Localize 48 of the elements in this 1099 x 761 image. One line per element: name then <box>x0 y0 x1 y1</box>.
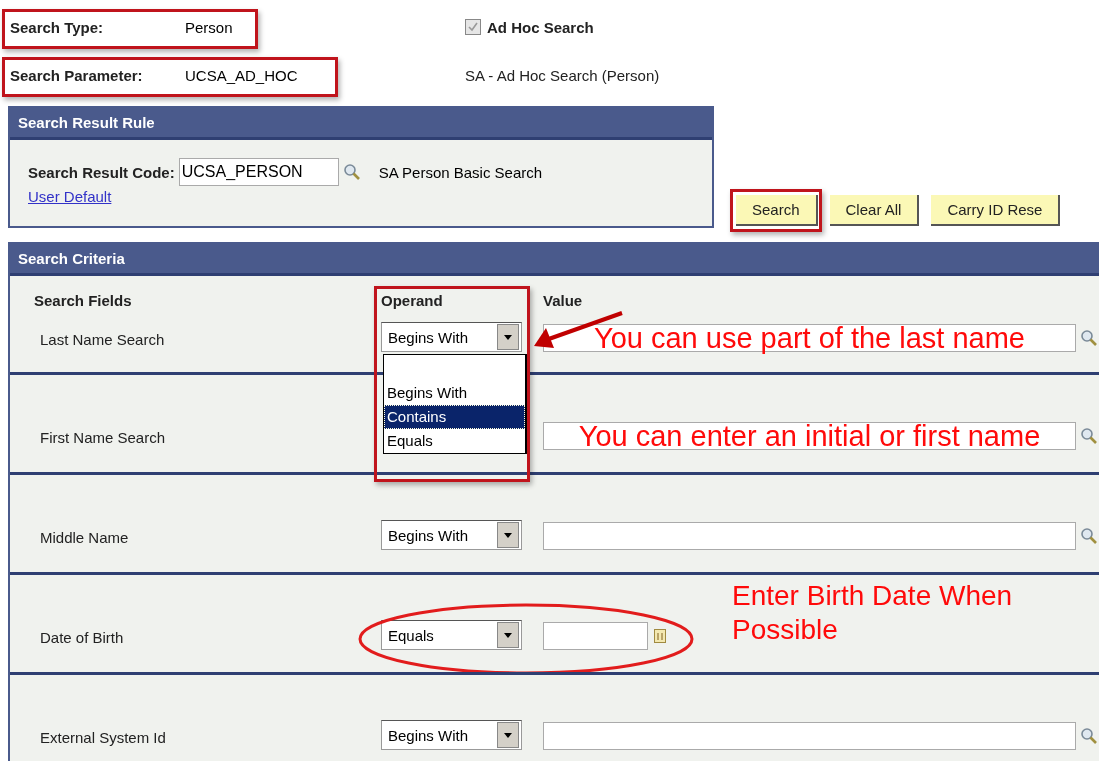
caret-icon[interactable] <box>497 622 519 648</box>
dropdown-option[interactable]: Begins With <box>384 381 525 405</box>
field-label: Middle Name <box>40 529 130 548</box>
column-header: Value <box>543 292 583 311</box>
column-header: Operand <box>381 292 444 311</box>
dropdown-option[interactable]: Equals <box>384 429 525 453</box>
value-field[interactable] <box>543 722 1076 750</box>
annotation-text: You can use part of the last name <box>594 323 1025 353</box>
value-field[interactable]: You can enter an initial or first name <box>543 422 1076 450</box>
annotation-text: You can enter an initial or first name <box>578 421 1041 451</box>
action-button[interactable]: Carry ID Rese <box>931 195 1061 226</box>
operand-select[interactable]: Begins With <box>381 520 522 550</box>
action-button[interactable]: Clear All <box>829 195 920 226</box>
annotation-text: Enter Birth Date When Possible <box>732 579 1014 647</box>
caret-icon[interactable] <box>497 324 519 350</box>
field-label: Search Type: <box>10 18 105 36</box>
panel-header: Search Result Rule <box>10 108 712 140</box>
search-icon[interactable] <box>342 163 361 181</box>
caret-icon[interactable] <box>497 522 519 548</box>
field-label: Search Parameter: <box>10 66 144 84</box>
search-icon[interactable] <box>1080 329 1098 347</box>
calendar-icon[interactable] <box>654 629 666 643</box>
search-icon[interactable] <box>1080 427 1098 445</box>
action-button[interactable]: Search <box>736 195 818 226</box>
date-field[interactable] <box>543 622 648 650</box>
user-default-link[interactable]: User Default <box>28 188 112 205</box>
field-label: External System Id <box>40 729 167 748</box>
value-field[interactable] <box>543 522 1076 550</box>
field-label: Date of Birth <box>40 629 125 648</box>
dropdown-option[interactable]: Contains <box>384 405 525 429</box>
search-icon[interactable] <box>1080 527 1098 545</box>
field-label: Search Result Code: <box>28 163 175 181</box>
column-header: Search Fields <box>34 292 133 311</box>
field-label: First Name Search <box>40 429 167 448</box>
result-code-field[interactable]: UCSA_PERSON <box>178 158 339 186</box>
operand-select[interactable]: Equals <box>381 620 522 650</box>
field-value: UCSA_AD_HOC <box>185 66 298 84</box>
caret-icon[interactable] <box>497 722 519 748</box>
parameter-description: SA - Ad Hoc Search (Person) <box>465 66 660 84</box>
operand-select[interactable]: Begins With <box>381 720 522 750</box>
code-description: SA Person Basic Search <box>378 163 543 181</box>
operand-select[interactable]: Begins With <box>381 322 522 352</box>
checkbox-label: Ad Hoc Search <box>487 18 594 36</box>
field-label: Last Name Search <box>40 331 166 350</box>
field-value: Person <box>185 18 233 36</box>
panel-header: Search Criteria <box>10 244 1099 276</box>
value-field[interactable]: You can use part of the last name <box>543 324 1076 352</box>
search-icon[interactable] <box>1080 727 1098 745</box>
